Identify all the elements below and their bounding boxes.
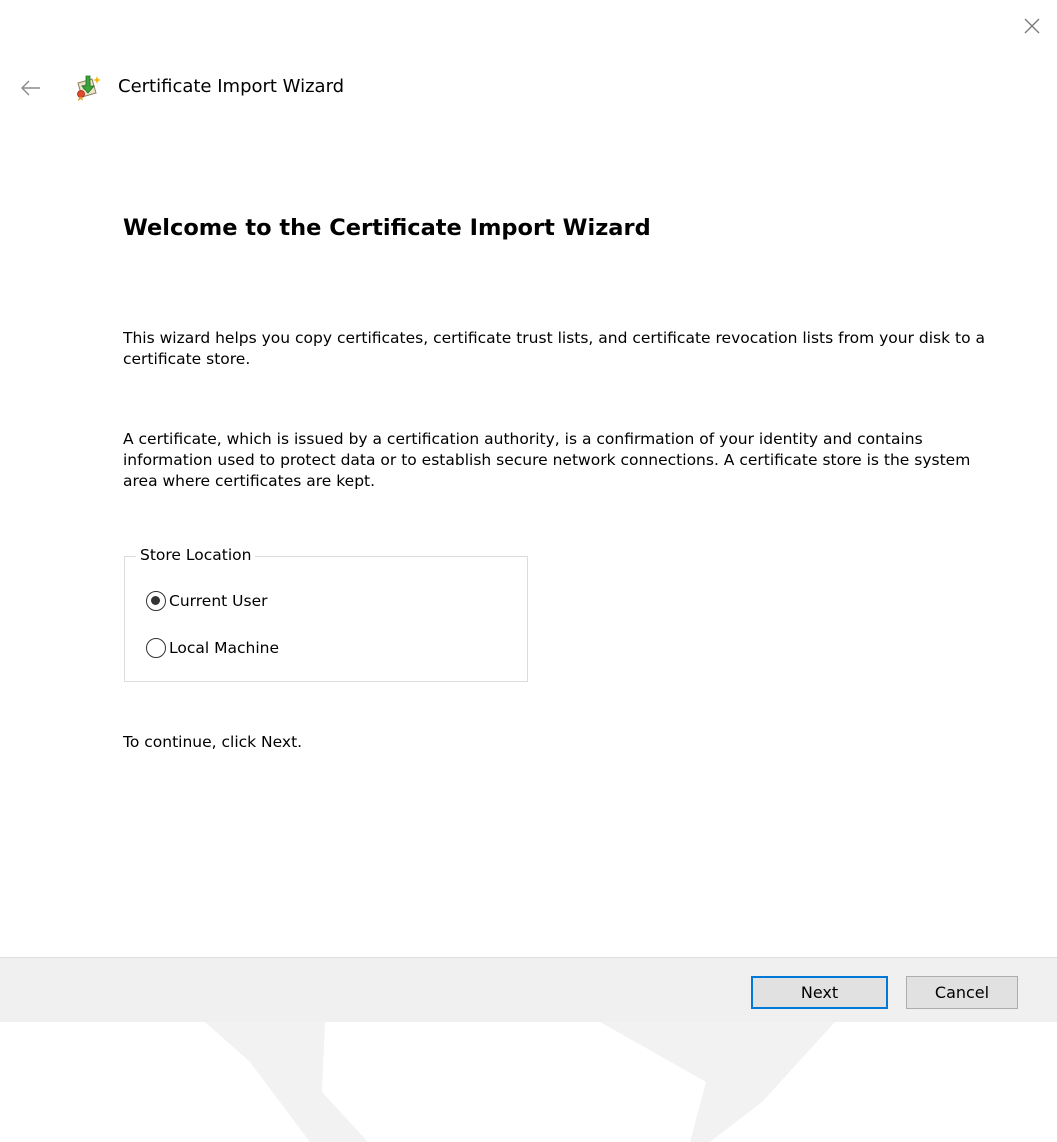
- window-title: Certificate Import Wizard: [118, 76, 345, 97]
- radio-current-user[interactable]: Current User: [146, 589, 267, 613]
- continue-instruction: To continue, click Next.: [123, 733, 303, 751]
- radio-local-machine-label[interactable]: Local Machine: [169, 638, 279, 659]
- button-bar: Next Cancel: [0, 957, 1057, 1022]
- radio-local-machine[interactable]: Local Machine: [146, 636, 279, 660]
- background-watermark-shape: [205, 1022, 835, 1142]
- store-location-group: [124, 556, 528, 682]
- close-icon[interactable]: [1018, 12, 1046, 40]
- cancel-button[interactable]: Cancel: [906, 976, 1018, 1009]
- page-heading: Welcome to the Certificate Import Wizard: [123, 215, 651, 241]
- certificate-wizard-icon: [77, 75, 101, 101]
- radio-selected-icon[interactable]: [146, 591, 166, 611]
- intro-paragraph: This wizard helps you copy certificates,…: [123, 329, 986, 368]
- radio-current-user-label[interactable]: Current User: [169, 591, 267, 612]
- back-arrow-icon[interactable]: [18, 76, 44, 100]
- store-location-legend: Store Location: [136, 545, 256, 566]
- certificate-description-paragraph: A certificate, which is issued by a cert…: [123, 430, 971, 490]
- next-button[interactable]: Next: [751, 976, 888, 1009]
- certificate-import-wizard-window: Certificate Import Wizard Welcome to the…: [0, 0, 1057, 1142]
- radio-unselected-icon[interactable]: [146, 638, 166, 658]
